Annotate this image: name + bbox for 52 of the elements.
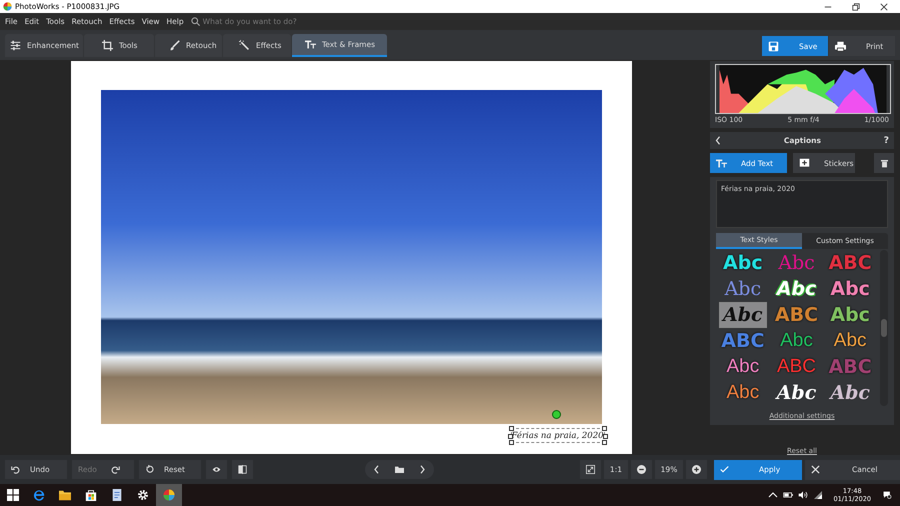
magic-wand-icon xyxy=(238,40,250,51)
zoom-in-icon xyxy=(692,465,701,474)
battery-icon[interactable] xyxy=(782,491,793,499)
text-icon xyxy=(716,158,727,168)
network-icon[interactable] xyxy=(812,491,823,499)
checkmark-icon xyxy=(720,465,729,474)
eye-icon xyxy=(212,465,221,474)
text-style-option[interactable]: Abc xyxy=(718,380,767,406)
text-style-preview: Abc xyxy=(779,329,814,353)
chevron-up-icon[interactable] xyxy=(768,491,778,499)
text-style-preview: Abc xyxy=(724,277,762,301)
search-icon xyxy=(190,17,200,26)
zoom-out-icon xyxy=(637,465,646,474)
crop-icon xyxy=(102,40,113,51)
speaker-icon[interactable] xyxy=(798,491,808,499)
text-style-option[interactable]: Abc xyxy=(718,354,767,380)
compare-icon xyxy=(238,465,247,474)
sliders-icon xyxy=(10,40,21,51)
chevron-left-icon xyxy=(372,465,381,474)
scrollbar[interactable] xyxy=(880,250,888,406)
sticker-icon xyxy=(799,158,810,168)
delete-button[interactable] xyxy=(874,153,894,173)
redo-arrow-icon xyxy=(110,465,120,474)
text-icon xyxy=(304,39,316,50)
reset-arrow-icon xyxy=(145,465,154,474)
printer-icon xyxy=(835,40,846,52)
chevron-right-icon xyxy=(418,465,427,474)
zoom-out-button[interactable] xyxy=(631,460,652,479)
notification-icon[interactable] xyxy=(882,491,892,499)
compare-button[interactable] xyxy=(232,460,253,479)
text-style-preview: Abc xyxy=(832,329,868,353)
close-icon xyxy=(811,465,820,474)
text-style-preview: Abc xyxy=(725,381,760,405)
preview-button[interactable] xyxy=(206,460,227,479)
undo-arrow-icon xyxy=(11,465,20,474)
brush-icon xyxy=(168,40,180,51)
zoom-in-button[interactable] xyxy=(686,460,707,479)
restore-icon[interactable] xyxy=(852,2,860,10)
text-style-preview: Abc xyxy=(777,251,816,275)
text-style-option[interactable]: ABC xyxy=(772,302,820,328)
trash-icon xyxy=(880,158,888,168)
text-style-preview: Abc xyxy=(725,355,760,379)
folder-icon xyxy=(395,465,404,474)
app-logo-icon xyxy=(3,2,12,11)
text-style-option[interactable]: Abc xyxy=(772,328,820,354)
text-style-option[interactable]: Abc xyxy=(718,276,767,302)
text-style-option[interactable]: Abc xyxy=(826,328,874,354)
fit-button[interactable] xyxy=(580,460,601,479)
close-icon[interactable] xyxy=(880,2,888,10)
fit-screen-icon xyxy=(586,465,595,474)
help-button[interactable]: ? xyxy=(884,136,889,146)
color-wheel-icon[interactable] xyxy=(156,484,182,506)
